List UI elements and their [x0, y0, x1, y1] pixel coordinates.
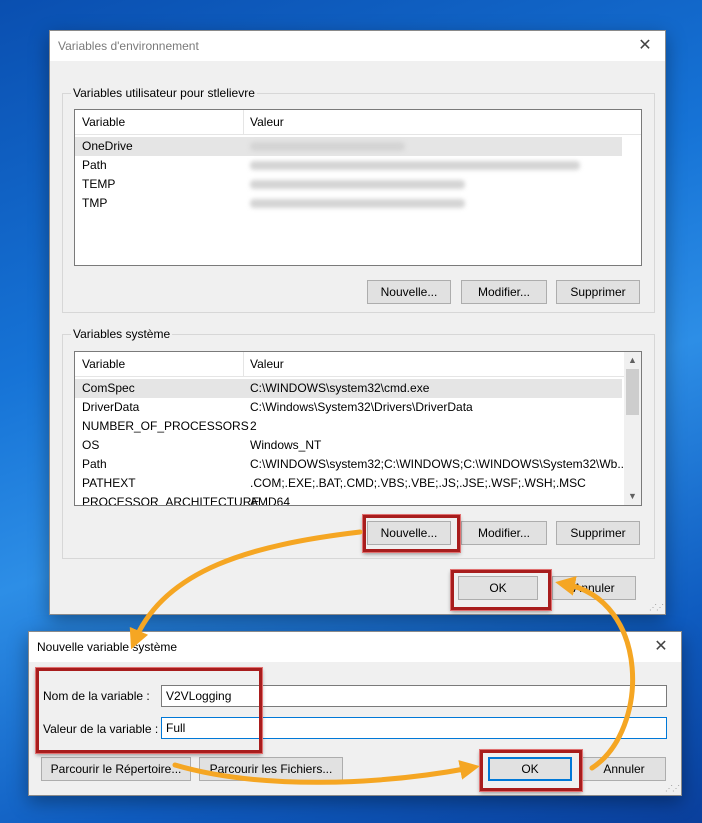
row-variable: TEMP: [82, 177, 116, 191]
scroll-thumb[interactable]: [626, 369, 639, 415]
scroll-up-icon[interactable]: ▲: [624, 352, 641, 369]
column-divider[interactable]: [243, 110, 244, 134]
vertical-scrollbar[interactable]: ▲ ▼: [624, 352, 641, 505]
scroll-down-icon[interactable]: ▼: [624, 488, 641, 505]
close-icon[interactable]: ✕: [641, 632, 681, 662]
list-row[interactable]: Path C:\WINDOWS\system32;C:\WINDOWS;C:\W…: [75, 455, 627, 474]
highlight-name-value-fields: [36, 668, 262, 753]
list-row[interactable]: Path: [75, 156, 622, 175]
user-delete-button[interactable]: Supprimer: [556, 280, 640, 304]
row-variable: OS: [82, 438, 100, 452]
row-variable: TMP: [82, 196, 108, 210]
browse-directory-button[interactable]: Parcourir le Répertoire...: [41, 757, 191, 781]
highlight-env-ok-button: [451, 570, 551, 610]
column-variable[interactable]: Variable: [82, 115, 125, 129]
dialog-title: Nouvelle variable système: [37, 640, 178, 654]
user-new-button[interactable]: Nouvelle...: [367, 280, 451, 304]
resize-grip-icon[interactable]: ⋰⋰: [665, 784, 680, 793]
window-title: Variables d'environnement: [58, 39, 199, 53]
row-variable: OneDrive: [82, 139, 133, 153]
row-value: Windows_NT: [250, 438, 322, 452]
env-variables-window: Variables d'environnement ✕ Variables ut…: [49, 30, 666, 615]
column-valeur[interactable]: Valeur: [250, 357, 284, 371]
list-row[interactable]: PATHEXT .COM;.EXE;.BAT;.CMD;.VBS;.VBE;.J…: [75, 474, 622, 493]
list-header: Variable Valeur: [75, 110, 641, 135]
system-edit-button[interactable]: Modifier...: [461, 521, 547, 545]
list-row[interactable]: OneDrive: [75, 137, 622, 156]
highlight-dialog-ok-button: [480, 750, 582, 791]
row-value: AMD64: [250, 495, 291, 506]
system-variables-label: Variables système: [71, 327, 173, 341]
row-variable: PATHEXT: [82, 476, 136, 490]
blurred-value: [250, 180, 465, 189]
system-variables-list[interactable]: Variable Valeur ComSpec C:\WINDOWS\syste…: [74, 351, 642, 506]
close-icon[interactable]: ✕: [625, 31, 665, 61]
list-row[interactable]: OS Windows_NT: [75, 436, 622, 455]
highlight-system-new-button: [363, 515, 460, 552]
list-row[interactable]: TMP: [75, 194, 622, 213]
list-row[interactable]: NUMBER_OF_PROCESSORS 2: [75, 417, 622, 436]
title-bar: Variables d'environnement ✕: [50, 31, 665, 61]
user-variables-group: Variables utilisateur pour stlelievre Va…: [62, 86, 655, 313]
list-row[interactable]: ComSpec C:\WINDOWS\system32\cmd.exe: [75, 379, 622, 398]
row-value: 2: [250, 419, 257, 433]
blurred-value: [250, 199, 465, 208]
list-row[interactable]: TEMP: [75, 175, 622, 194]
list-row[interactable]: PROCESSOR_ARCHITECTURE AMD64: [75, 493, 622, 506]
column-divider[interactable]: [243, 352, 244, 376]
row-variable: Path: [82, 457, 107, 471]
blurred-value: [250, 142, 405, 151]
user-variables-label: Variables utilisateur pour stlelievre: [71, 86, 257, 100]
user-edit-button[interactable]: Modifier...: [461, 280, 547, 304]
browse-files-button[interactable]: Parcourir les Fichiers...: [199, 757, 343, 781]
user-variables-list[interactable]: Variable Valeur OneDrive Path TEMP TMP: [74, 109, 642, 266]
row-variable: NUMBER_OF_PROCESSORS: [82, 419, 249, 433]
system-variables-group: Variables système Variable Valeur ComSpe…: [62, 327, 655, 559]
row-value: C:\WINDOWS\system32;C:\WINDOWS;C:\WINDOW…: [250, 457, 628, 471]
system-delete-button[interactable]: Supprimer: [556, 521, 640, 545]
list-row[interactable]: DriverData C:\Windows\System32\Drivers\D…: [75, 398, 622, 417]
row-value: C:\WINDOWS\system32\cmd.exe: [250, 381, 430, 395]
row-variable: PROCESSOR_ARCHITECTURE: [82, 495, 260, 506]
column-valeur[interactable]: Valeur: [250, 115, 284, 129]
row-value: C:\Windows\System32\Drivers\DriverData: [250, 400, 473, 414]
column-variable[interactable]: Variable: [82, 357, 125, 371]
row-variable: DriverData: [82, 400, 140, 414]
blurred-value: [250, 161, 580, 170]
row-variable: ComSpec: [82, 381, 135, 395]
resize-grip-icon[interactable]: ⋰⋰: [649, 603, 664, 612]
dialog-cancel-button[interactable]: Annuler: [582, 757, 666, 781]
title-bar: Nouvelle variable système ✕: [29, 632, 681, 662]
row-value: .COM;.EXE;.BAT;.CMD;.VBS;.VBE;.JS;.JSE;.…: [250, 476, 586, 490]
list-header: Variable Valeur: [75, 352, 641, 377]
row-variable: Path: [82, 158, 107, 172]
env-cancel-button[interactable]: Annuler: [552, 576, 636, 600]
